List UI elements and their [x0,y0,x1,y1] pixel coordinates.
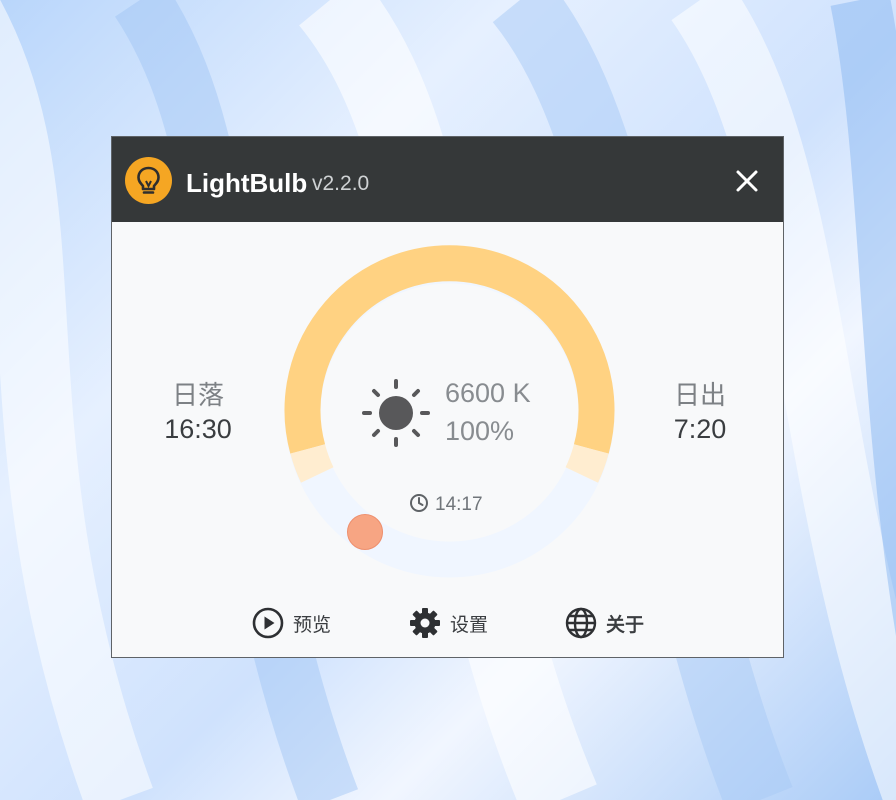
lightbulb-icon [125,157,172,204]
brightness-level: 100% [445,416,515,446]
sunset-time: 16:30 [164,414,232,444]
sunset-info: 日落 16:30 [138,375,258,445]
preview-label: 预览 [293,614,332,636]
settings-label: 设置 [450,614,489,636]
close-icon[interactable] [727,161,767,201]
clock-icon [410,494,428,512]
app-title: LightBulb [186,168,308,198]
gear-icon [410,608,440,638]
transition-segment-right [565,444,609,483]
color-temperature: 6600 K [445,378,531,408]
title-bar: LightBulb v2.2.0 [112,137,783,222]
globe-icon [565,607,597,639]
transition-segment-left [290,444,334,483]
app-window: LightBulb v2.2.0 日落 16:30 日出 7:20 6600 K… [111,136,784,658]
play-circle-icon [252,607,284,639]
settings-button[interactable]: 设置 [408,606,488,640]
about-button[interactable]: 关于 [564,606,644,640]
current-status: 6600 K 100% [360,375,560,455]
app-version: v2.2.0 [312,172,370,195]
sunset-label: 日落 [171,380,224,410]
about-label: 关于 [606,614,645,636]
current-time: 14:17 [409,493,483,516]
sun-icon [362,379,430,447]
sunrise-info: 日出 7:20 [640,375,760,445]
sunrise-label: 日出 [673,380,726,410]
bottom-nav: 预览 设置 关于 [112,606,783,640]
sunrise-time: 7:20 [673,414,727,444]
current-time-marker[interactable] [347,514,383,550]
preview-button[interactable]: 预览 [251,606,331,640]
current-time-value: 14:17 [435,494,483,515]
close-button[interactable] [727,161,767,201]
